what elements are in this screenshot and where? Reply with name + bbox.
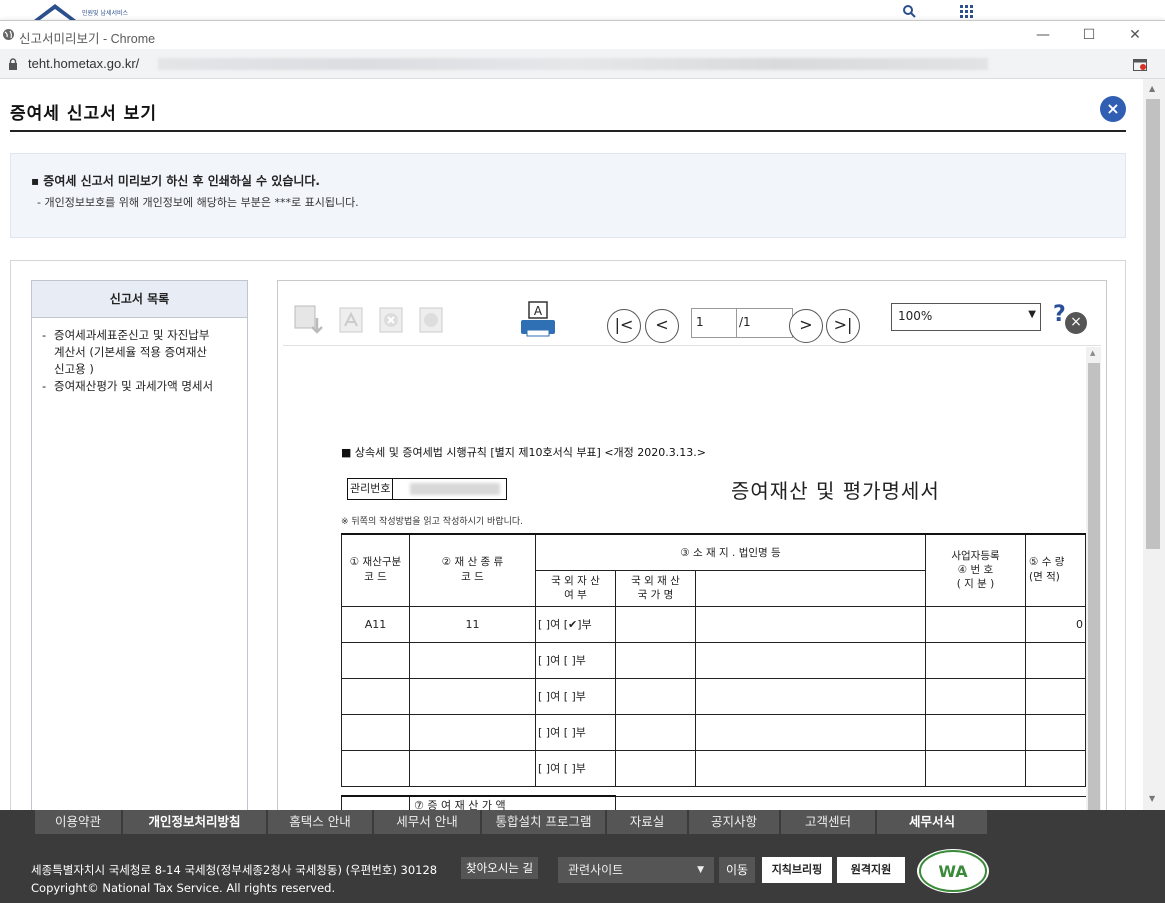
notice-line-1: ▪ 증여세 신고서 미리보기 하신 후 인쇄하실 수 있습니다. bbox=[31, 174, 320, 188]
search-icon[interactable] bbox=[902, 4, 916, 18]
window-scrollbar[interactable]: ▲ ▼ bbox=[1143, 79, 1165, 811]
window-title: 신고서미리보기 - Chrome bbox=[19, 32, 156, 46]
report-list: 신고서 목록 - 증여세과세표준신고 및 자진납부 계산서 (기본세율 적용 증여… bbox=[31, 280, 248, 811]
help-icon[interactable]: ? bbox=[1053, 302, 1066, 327]
table-row: [ ]여 [ ]부 bbox=[341, 713, 1086, 751]
remote-support-badge[interactable]: 원격지원 bbox=[837, 857, 905, 883]
url-text[interactable]: teht.hometax.go.kr/ bbox=[28, 56, 139, 71]
footer-nav: 이용약관 개인정보처리방침 홈택스 안내 세무서 안내 통합설치 프로그램 자료… bbox=[35, 810, 987, 834]
footer-link-archive[interactable]: 자료실 bbox=[607, 810, 689, 834]
web-accessibility-mark-icon: WA bbox=[917, 849, 989, 893]
document-heading: 증여재산 및 평가명세서 bbox=[731, 479, 940, 503]
prev-page-button[interactable]: < bbox=[645, 309, 679, 343]
site-footer: 이용약관 개인정보처리방침 홈택스 안내 세무서 안내 통합설치 프로그램 자료… bbox=[0, 810, 1165, 903]
management-number-redacted bbox=[410, 483, 500, 495]
footer-link-terms[interactable]: 이용약관 bbox=[35, 810, 123, 834]
page-total: /1 bbox=[737, 308, 793, 338]
minimize-button[interactable]: — bbox=[1028, 25, 1058, 45]
report-list-item[interactable]: - 증여재산평가 및 과세가액 명세서 bbox=[32, 378, 247, 395]
document-scrollbar[interactable]: ▲ bbox=[1086, 347, 1101, 811]
footer-link-hometax[interactable]: 홈택스 안내 bbox=[268, 810, 374, 834]
table-row: [ ]여 [ ]부 bbox=[341, 641, 1086, 679]
report-viewer: A |< < 1 /1 > >| 100% ▼ ? × ■ 상속세 및 증여세법 … bbox=[277, 280, 1107, 811]
svg-text:WA: WA bbox=[938, 862, 968, 881]
print-icon[interactable]: A bbox=[519, 300, 557, 340]
next-page-button[interactable]: > bbox=[789, 309, 823, 343]
document-page: ■ 상속세 및 증여세법 시행규칙 [별지 제10호서식 부표] <개정 202… bbox=[283, 347, 1101, 811]
footer-link-support[interactable]: 고객센터 bbox=[781, 810, 877, 834]
footer-link-taxforms[interactable]: 세무서식 bbox=[877, 810, 987, 834]
footer-address: 세종특별자치시 국세청로 8-14 국세청(정부세종2청사 국세청동) (우편번… bbox=[31, 863, 438, 877]
footer-link-privacy[interactable]: 개인정보처리방침 bbox=[123, 810, 268, 834]
viewer-toolbar: A |< < 1 /1 > >| 100% ▼ ? × bbox=[283, 286, 1101, 346]
window-titlebar[interactable]: 신고서미리보기 - Chrome — ☐ ✕ bbox=[0, 21, 1165, 49]
management-number-box: 관리번호 bbox=[347, 478, 507, 500]
header-foreign-asset: 국 외 자 산여 부 bbox=[535, 569, 616, 607]
menu-grid-icon[interactable] bbox=[960, 5, 974, 19]
directions-button[interactable]: 찾아오시는 길 bbox=[461, 857, 539, 879]
address-bar[interactable]: teht.hometax.go.kr/ bbox=[0, 49, 1165, 79]
document-note: ※ 뒤쪽의 작성방법을 읽고 작성하시기 바랍니다. bbox=[341, 517, 524, 527]
table-row: A11 11 [ ]여 [✔]부 0 bbox=[341, 605, 1086, 643]
property-table: ① 재산구분 코 드 ② 재 산 종 류코 드 ③ 소 재 지 . 법인명 등 사… bbox=[341, 533, 1086, 811]
hwp-icon[interactable] bbox=[415, 304, 447, 336]
first-page-button[interactable]: |< bbox=[607, 309, 641, 343]
url-redacted bbox=[158, 58, 988, 70]
save-icon[interactable] bbox=[293, 304, 325, 336]
header-foreign-country: 국 외 재 산국 가 명 bbox=[615, 569, 696, 607]
table-row: [ ]여 [ ]부 bbox=[341, 749, 1086, 787]
footer-link-notice[interactable]: 공지사항 bbox=[689, 810, 781, 834]
related-sites-select[interactable]: 관련사이트 ▼ bbox=[558, 857, 714, 883]
notice-box: ▪ 증여세 신고서 미리보기 하신 후 인쇄하실 수 있습니다. - 개인정보보… bbox=[10, 153, 1126, 238]
policy-briefing-badge[interactable]: 지칙브리핑 bbox=[762, 857, 832, 883]
page-title: 증여세 신고서 보기 bbox=[10, 104, 157, 124]
header-property-kind: ② 재 산 종 류코 드 bbox=[409, 533, 536, 607]
page-globe-icon bbox=[3, 29, 14, 40]
svg-text:A: A bbox=[534, 304, 543, 318]
report-list-heading: 신고서 목록 bbox=[32, 281, 247, 318]
last-page-button[interactable]: >| bbox=[826, 309, 860, 343]
footer-link-install[interactable]: 통합설치 프로그램 bbox=[482, 810, 607, 834]
viewer-close-icon[interactable]: × bbox=[1065, 312, 1087, 334]
chrome-popup-window: 신고서미리보기 - Chrome — ☐ ✕ teht.hometax.go.k… bbox=[0, 20, 1165, 811]
header-property-code: ① 재산구분 코 드 bbox=[341, 533, 410, 607]
window-close-button[interactable]: ✕ bbox=[1120, 25, 1150, 45]
popup-blocked-icon[interactable] bbox=[1133, 59, 1147, 71]
title-divider bbox=[10, 130, 1126, 132]
footer-copyright: Copyright© National Tax Service. All rig… bbox=[31, 881, 336, 895]
close-button[interactable]: × bbox=[1100, 96, 1126, 122]
header-quantity: ⑤ 수 량 (면 적) bbox=[1025, 533, 1086, 607]
go-button[interactable]: 이동 bbox=[719, 857, 755, 883]
total-label: ⑦ 증 여 재 산 가 액 bbox=[409, 795, 616, 811]
report-panel: 신고서 목록 - 증여세과세표준신고 및 자진납부 계산서 (기본세율 적용 증여… bbox=[10, 260, 1126, 811]
hometax-logo-icon bbox=[34, 4, 76, 20]
page-number-input[interactable]: 1 bbox=[691, 308, 737, 338]
lock-icon bbox=[9, 58, 17, 70]
footer-link-taxoffice[interactable]: 세무서 안내 bbox=[374, 810, 482, 834]
pdf-icon[interactable] bbox=[335, 304, 367, 336]
header-location: ③ 소 재 지 . 법인명 등 bbox=[535, 533, 926, 571]
table-row: [ ]여 [ ]부 bbox=[341, 677, 1086, 715]
management-number-label: 관리번호 bbox=[348, 479, 394, 499]
maximize-button[interactable]: ☐ bbox=[1074, 25, 1104, 45]
background-page-header: 민원및 납세서비스 bbox=[0, 0, 1165, 20]
zoom-select[interactable]: 100% ▼ bbox=[891, 303, 1041, 331]
form-reference: ■ 상속세 및 증여세법 시행규칙 [별지 제10호서식 부표] <개정 202… bbox=[341, 446, 706, 459]
notice-line-2: - 개인정보보호를 위해 개인정보에 해당하는 부분은 ***로 표시됩니다. bbox=[37, 196, 359, 209]
background-logo-text: 민원및 납세서비스 bbox=[82, 10, 129, 17]
excel-icon[interactable] bbox=[375, 304, 407, 336]
header-business-number: 사업자등록 ④ 번 호( 지 분 ) bbox=[925, 533, 1026, 607]
report-list-item[interactable]: - 증여세과세표준신고 및 자진납부 계산서 (기본세율 적용 증여재산 신고용 … bbox=[32, 327, 247, 378]
popup-content: 증여세 신고서 보기 × ▪ 증여세 신고서 미리보기 하신 후 인쇄하실 수 … bbox=[0, 79, 1143, 811]
